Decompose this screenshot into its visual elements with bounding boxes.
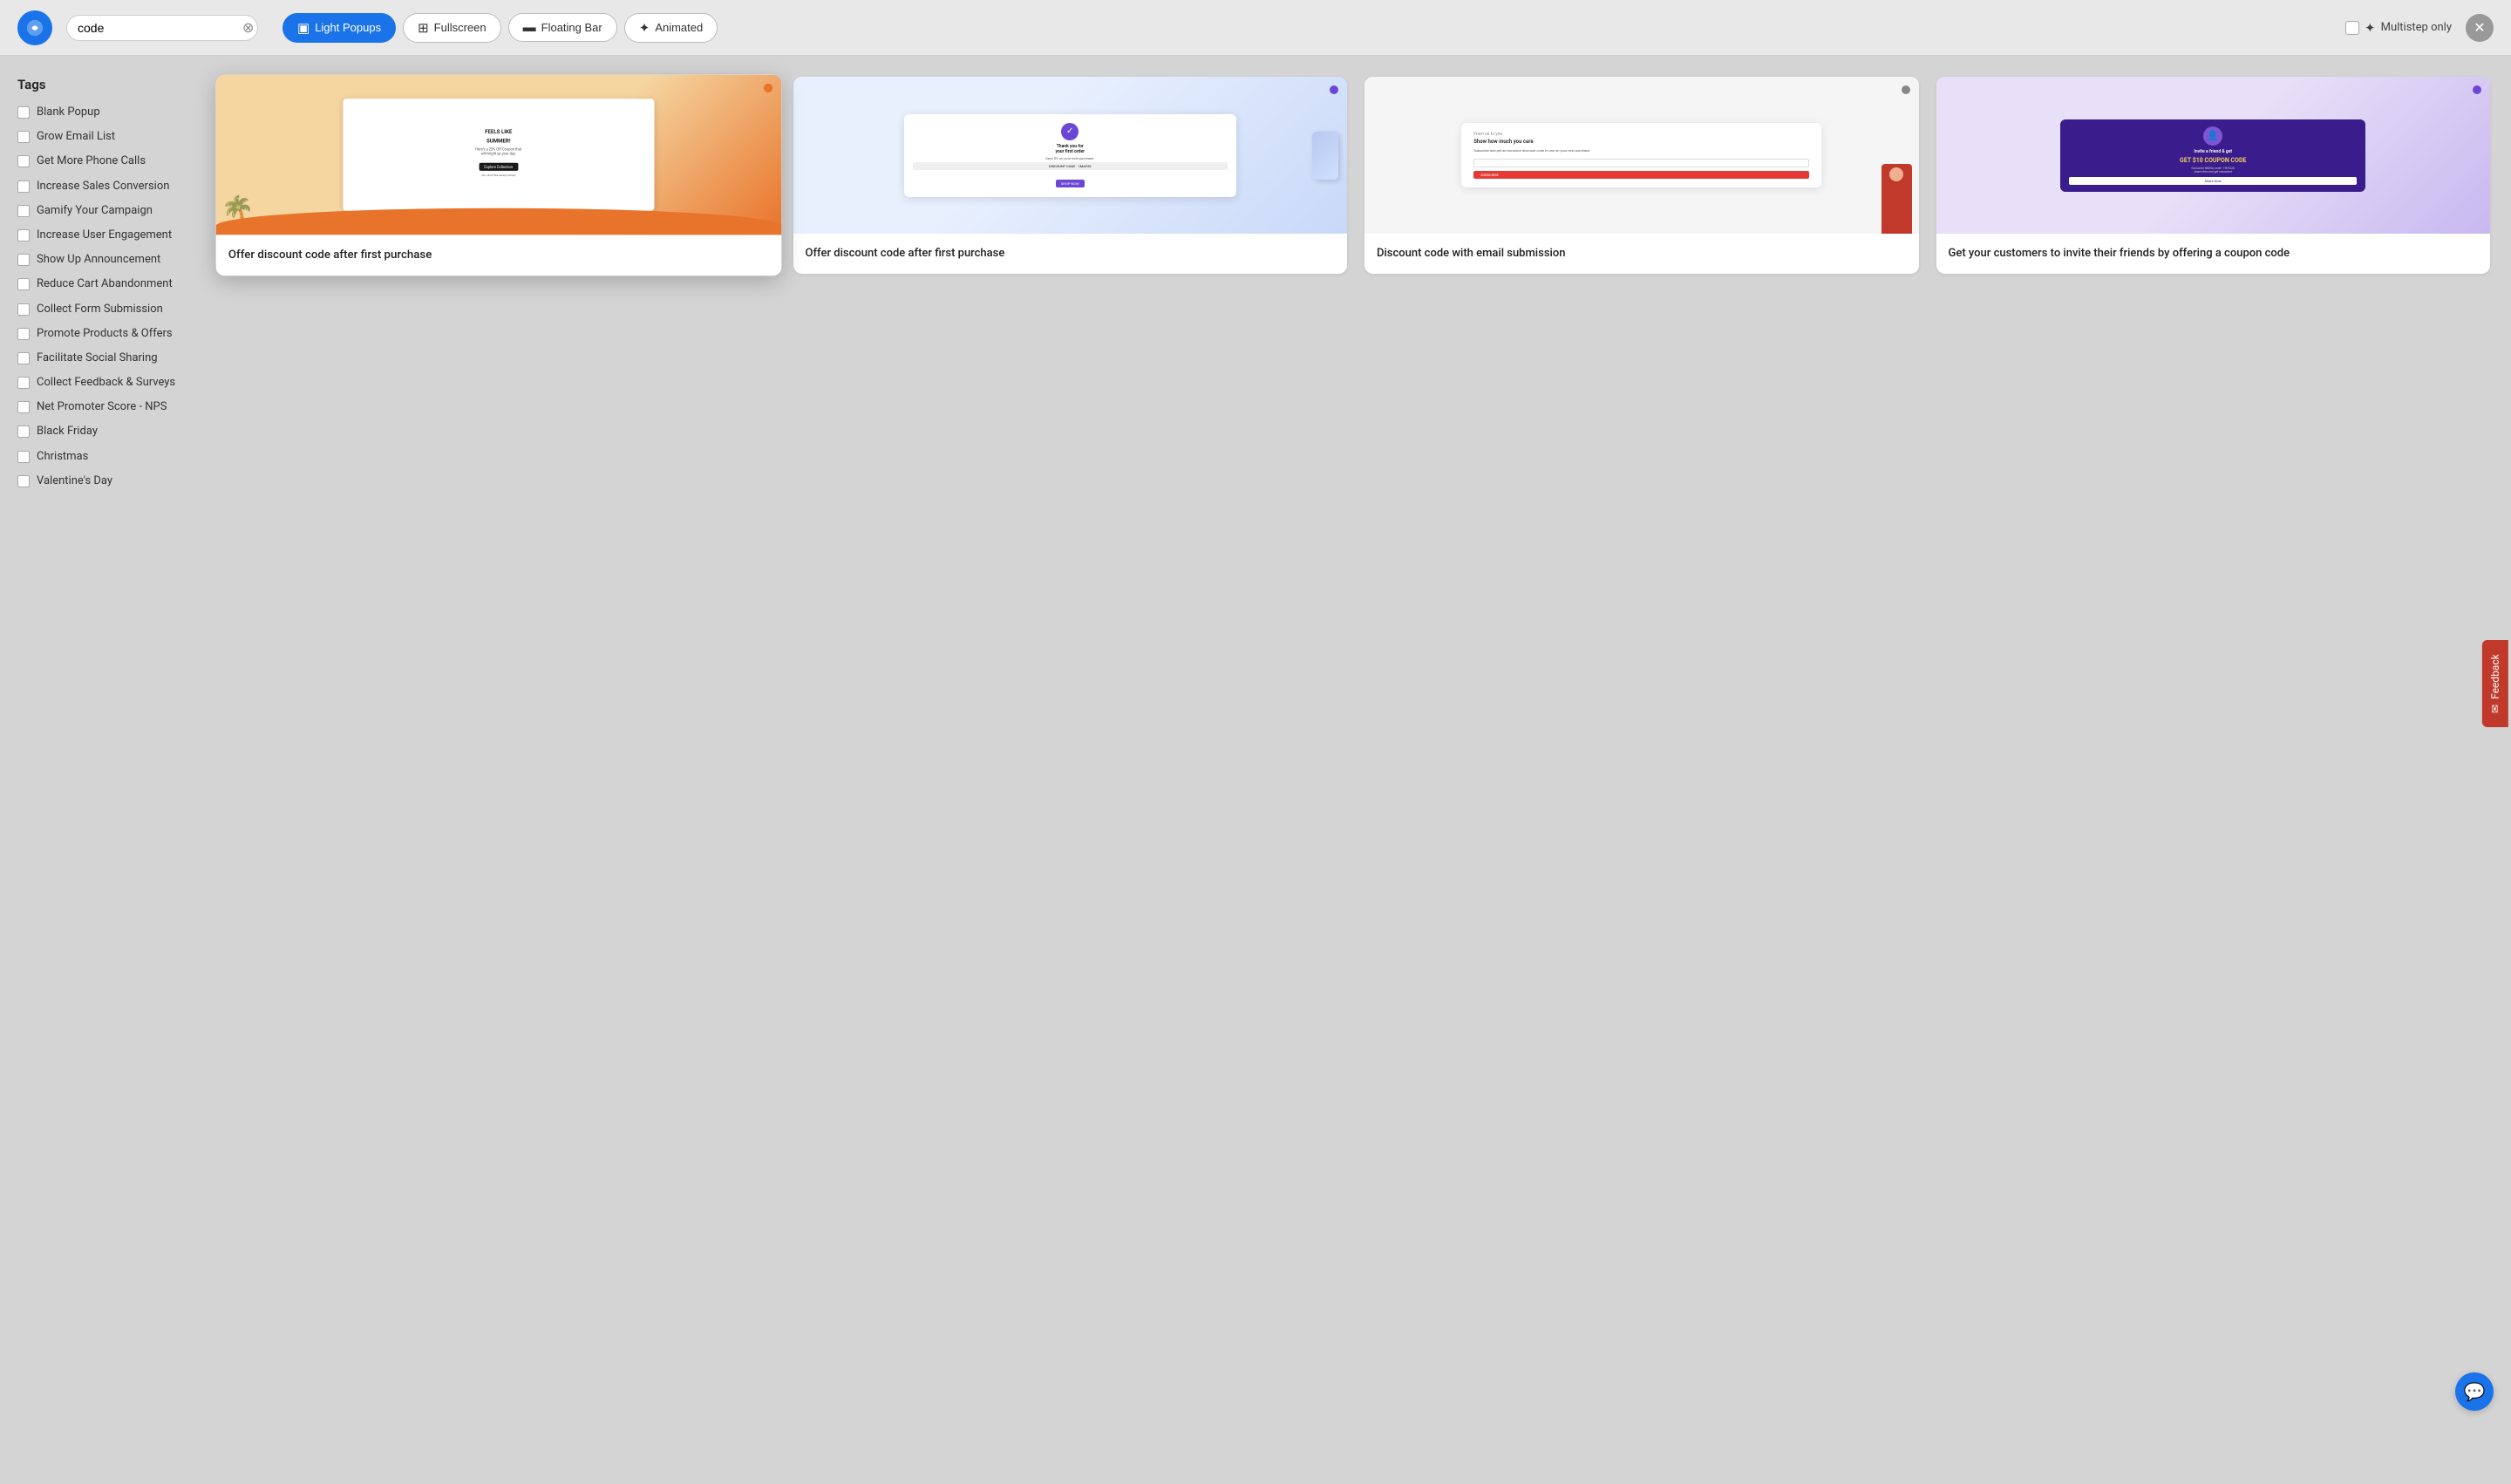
tag-checkbox-blank-popup[interactable] xyxy=(17,106,30,119)
multistep-filter[interactable]: ✦ Multistep only xyxy=(2345,20,2452,36)
card-title-1: Offer discount code after first purchase xyxy=(228,248,769,264)
tag-valentines-day[interactable]: Valentine's Day xyxy=(17,473,183,489)
sidebar-title: Tags xyxy=(17,77,183,92)
tag-checkbox-form-submission[interactable] xyxy=(17,303,30,316)
fullscreen-icon: ⊞ xyxy=(418,20,429,36)
card-dot-2 xyxy=(1330,85,1338,94)
header: ⊗ ▣ Light Popups ⊞ Fullscreen ▬ Floating… xyxy=(0,0,2511,56)
tag-show-up-announcement[interactable]: Show Up Announcement xyxy=(17,252,183,268)
template-card-2[interactable]: Thank you foryour first order Save 5% on… xyxy=(793,77,1348,274)
card-dot-4 xyxy=(2473,85,2481,94)
tag-checkbox-announcement[interactable] xyxy=(17,254,30,266)
tag-checkbox-social-sharing[interactable] xyxy=(17,352,30,364)
card-popup-mockup-4: Invite a friend & get GET $10 COUPON COD… xyxy=(2060,119,2365,192)
tag-checkbox-feedback-surveys[interactable] xyxy=(17,377,30,389)
template-card-4[interactable]: Invite a friend & get GET $10 COUPON COD… xyxy=(1936,77,2491,274)
template-card-3[interactable]: From us to you Show how much you care Su… xyxy=(1364,77,1919,274)
multistep-sparkle-icon: ✦ xyxy=(2365,20,2376,36)
card-dot-1 xyxy=(763,84,772,92)
search-input[interactable] xyxy=(78,21,235,35)
tag-checkbox-sales-conversion[interactable] xyxy=(17,180,30,193)
card-image-2: Thank you foryour first order Save 5% on… xyxy=(793,77,1348,234)
template-grid: 🌴 FEELS LIKE SUMMER! Here's a 25% Off Co… xyxy=(201,56,2511,1428)
tag-facilitate-social-sharing[interactable]: Facilitate Social Sharing xyxy=(17,351,183,366)
animated-icon: ✦ xyxy=(639,20,650,36)
search-clear-icon[interactable]: ⊗ xyxy=(242,21,254,35)
logo xyxy=(17,10,52,45)
light-popups-icon: ▣ xyxy=(297,20,310,36)
card-title-4: Get your customers to invite their frien… xyxy=(1949,246,2479,262)
card-popup-mockup-2: Thank you foryour first order Save 5% on… xyxy=(904,114,1236,197)
card-body-2: Offer discount code after first purchase xyxy=(793,234,1348,274)
card-popup-mockup-3: From us to you Show how much you care Su… xyxy=(1461,123,1821,187)
person-decoration xyxy=(1882,164,1912,234)
filter-floating-bar[interactable]: ▬ Floating Bar xyxy=(508,13,617,42)
tag-checkbox-christmas[interactable] xyxy=(17,451,30,463)
close-button[interactable]: ✕ xyxy=(2466,14,2494,42)
wave-decoration xyxy=(216,208,781,235)
tag-grow-email-list[interactable]: Grow Email List xyxy=(17,129,183,145)
check-circle-icon xyxy=(1061,123,1079,140)
card-dot-3 xyxy=(1902,85,1910,94)
multistep-checkbox[interactable] xyxy=(2345,21,2359,35)
filter-light-popups[interactable]: ▣ Light Popups xyxy=(282,13,396,43)
tag-collect-feedback-surveys[interactable]: Collect Feedback & Surveys xyxy=(17,375,183,391)
filter-fullscreen[interactable]: ⊞ Fullscreen xyxy=(403,13,501,43)
tag-christmas[interactable]: Christmas xyxy=(17,449,183,465)
phone-decoration xyxy=(1312,132,1338,180)
card-image-1: 🌴 FEELS LIKE SUMMER! Here's a 25% Off Co… xyxy=(216,75,781,235)
page-body: Tags Blank Popup Grow Email List Get Mor… xyxy=(0,56,2511,1428)
card-body-1: Offer discount code after first purchase xyxy=(216,235,781,276)
card-body-3: Discount code with email submission xyxy=(1364,234,1919,274)
tag-checkbox-black-friday[interactable] xyxy=(17,425,30,438)
card-image-3: From us to you Show how much you care Su… xyxy=(1364,77,1919,234)
avatar-icon xyxy=(2203,126,2222,146)
card-image-4: Invite a friend & get GET $10 COUPON COD… xyxy=(1936,77,2491,234)
tag-checkbox-cart-abandonment[interactable] xyxy=(17,278,30,290)
feedback-label: Feedback xyxy=(2489,654,2501,699)
filter-animated[interactable]: ✦ Animated xyxy=(624,13,718,43)
card-body-4: Get your customers to invite their frien… xyxy=(1936,234,2491,274)
sidebar: Tags Blank Popup Grow Email List Get Mor… xyxy=(0,56,201,1428)
tag-increase-sales-conversion[interactable]: Increase Sales Conversion xyxy=(17,179,183,194)
tag-net-promoter-score[interactable]: Net Promoter Score - NPS xyxy=(17,399,183,415)
tag-checkbox-promote-products[interactable] xyxy=(17,328,30,340)
search-box[interactable]: ⊗ xyxy=(66,15,258,41)
tag-checkbox-valentines[interactable] xyxy=(17,475,30,487)
template-card-1[interactable]: 🌴 FEELS LIKE SUMMER! Here's a 25% Off Co… xyxy=(216,75,781,276)
tag-gamify-your-campaign[interactable]: Gamify Your Campaign xyxy=(17,203,183,219)
tag-checkbox-phone-calls[interactable] xyxy=(17,155,30,167)
tag-increase-user-engagement[interactable]: Increase User Engagement xyxy=(17,228,183,243)
filter-group: ▣ Light Popups ⊞ Fullscreen ▬ Floating B… xyxy=(282,13,718,43)
feedback-tab[interactable]: ✉ Feedback xyxy=(2482,640,2508,727)
tag-promote-products[interactable]: Promote Products & Offers xyxy=(17,326,183,342)
tag-collect-form-submission[interactable]: Collect Form Submission xyxy=(17,302,183,317)
feedback-icon: ✉ xyxy=(2489,705,2501,713)
chat-button[interactable]: 💬 xyxy=(2455,1372,2494,1411)
tag-checkbox-user-engagement[interactable] xyxy=(17,229,30,242)
chat-icon: 💬 xyxy=(2464,1381,2486,1402)
floating-bar-icon: ▬ xyxy=(523,20,536,35)
card-popup-mockup: FEELS LIKE SUMMER! Here's a 25% Off Coup… xyxy=(343,99,654,211)
tag-checkbox-nps[interactable] xyxy=(17,401,30,413)
tag-checkbox-gamify[interactable] xyxy=(17,205,30,217)
tag-get-more-phone-calls[interactable]: Get More Phone Calls xyxy=(17,153,183,169)
tag-checkbox-grow-email[interactable] xyxy=(17,131,30,143)
card-title-2: Offer discount code after first purchase xyxy=(806,246,1336,262)
tag-reduce-cart-abandonment[interactable]: Reduce Cart Abandonment xyxy=(17,276,183,292)
tag-black-friday[interactable]: Black Friday xyxy=(17,424,183,439)
header-right: ✦ Multistep only ✕ xyxy=(2345,14,2494,42)
card-title-3: Discount code with email submission xyxy=(1377,246,1907,262)
tag-blank-popup[interactable]: Blank Popup xyxy=(17,105,183,120)
